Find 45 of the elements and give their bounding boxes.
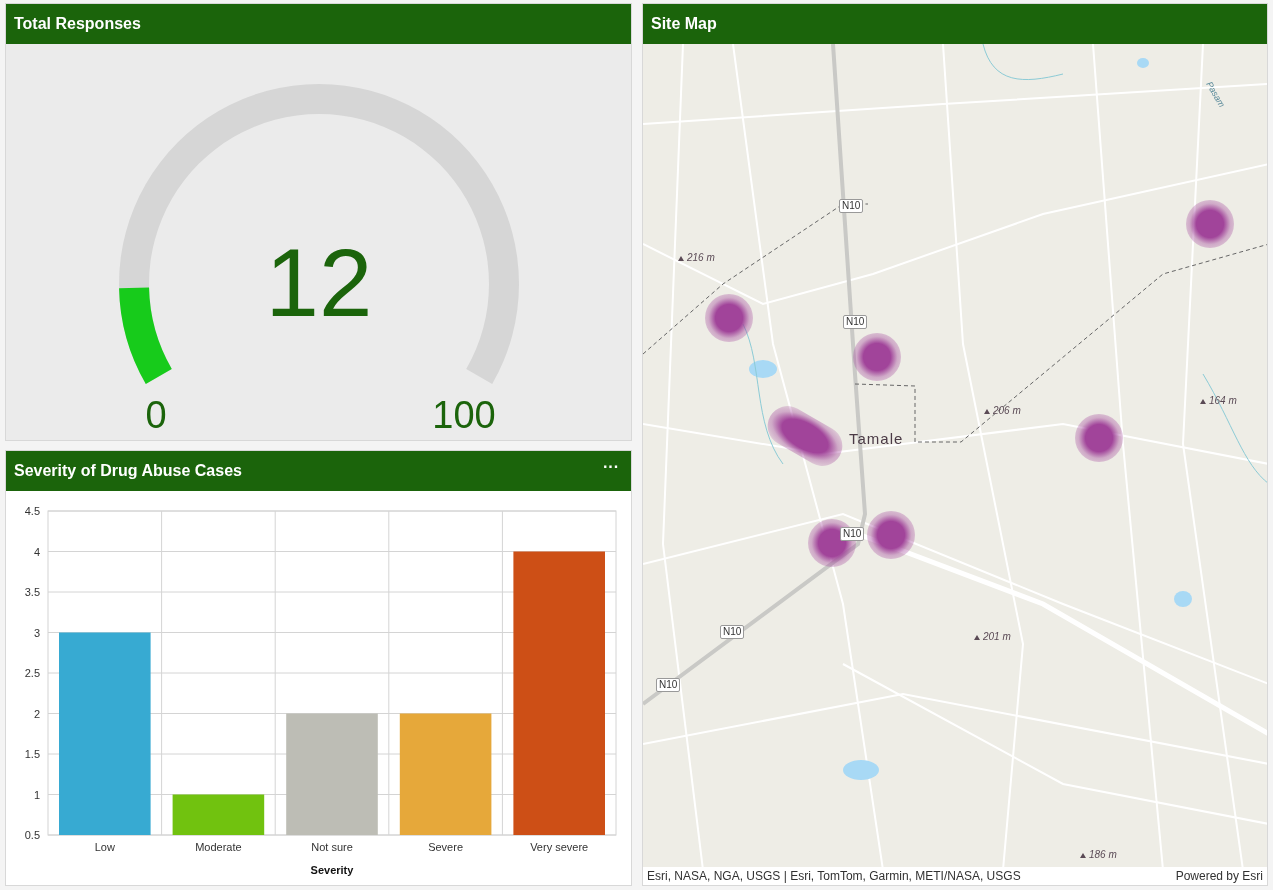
heat-spot[interactable] [1186, 200, 1234, 248]
heat-spot[interactable] [853, 333, 901, 381]
y-axis-label: 2 [33, 707, 40, 720]
map-attribution: Esri, NASA, NGA, USGS | Esri, TomTom, Garmin, METI/NASA, USGS [647, 868, 1021, 885]
y-axis-label: 0.5 [24, 829, 40, 841]
panel-title: Severity of Drug Abuse Cases [14, 461, 242, 481]
road-label: N10 [840, 527, 865, 541]
peak-icon [984, 409, 990, 414]
y-axis-label: 1 [33, 788, 40, 801]
y-axis-label: 3 [33, 626, 40, 639]
x-axis-label: Severe [428, 841, 464, 853]
y-axis-label: 1.5 [24, 748, 40, 760]
x-axis-label: Low [94, 841, 115, 853]
elevation-label: 164 m [1209, 394, 1237, 408]
panel-title: Site Map [651, 14, 717, 34]
peak-icon [974, 635, 980, 640]
gauge-min-label: 0 [145, 394, 167, 436]
x-axis-label: Not sure [311, 841, 353, 853]
x-axis-label: Moderate [195, 841, 242, 853]
y-axis-label: 4.5 [24, 505, 40, 517]
road-label: N10 [720, 625, 745, 639]
peak-icon [678, 256, 684, 261]
road-label: N10 [843, 315, 868, 329]
elevation-label: 206 m [993, 404, 1021, 418]
panel-title: Total Responses [14, 14, 141, 34]
elevation-label: 216 m [687, 251, 715, 265]
heat-spot[interactable] [867, 511, 915, 559]
heat-spot[interactable] [1075, 414, 1123, 462]
peak-icon [1200, 399, 1206, 404]
powered-by-text: Powered by Esri [1175, 868, 1263, 885]
elevation-label: 201 m [983, 630, 1011, 644]
heat-spot[interactable] [705, 294, 753, 342]
gauge-value: 12 [265, 229, 373, 336]
x-axis-label: Very severe [530, 841, 589, 853]
y-axis-label: 3.5 [24, 586, 40, 598]
x-axis-title: Severity [310, 864, 354, 876]
gauge-max-label: 100 [432, 394, 496, 436]
road-label: N10 [656, 678, 681, 692]
place-label: Tamale [849, 429, 904, 449]
road-label: N10 [839, 199, 864, 213]
peak-icon [1080, 853, 1086, 858]
more-options-button[interactable]: ··· [599, 459, 623, 483]
y-axis-label: 4 [33, 545, 40, 558]
y-axis-label: 2.5 [24, 667, 40, 679]
elevation-label: 186 m [1089, 848, 1117, 862]
